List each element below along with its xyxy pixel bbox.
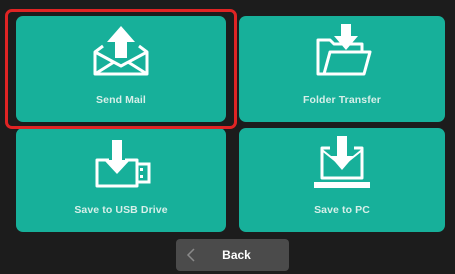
destination-menu-screen: Send Mail Folder Transfer Save to USB Dr… xyxy=(0,0,455,274)
send-mail-button[interactable]: Send Mail xyxy=(16,16,226,122)
save-to-usb-button[interactable]: Save to USB Drive xyxy=(16,128,226,232)
back-button[interactable]: Back xyxy=(176,239,289,271)
tile-label: Send Mail xyxy=(96,94,146,106)
folder-transfer-button[interactable]: Folder Transfer xyxy=(239,16,445,122)
folder-download-icon xyxy=(316,24,372,76)
tile-label: Save to PC xyxy=(314,204,370,216)
back-label: Back xyxy=(222,248,251,262)
laptop-download-icon xyxy=(314,136,370,188)
save-to-pc-button[interactable]: Save to PC xyxy=(239,128,445,232)
usb-drive-download-icon xyxy=(95,140,151,188)
tile-label: Save to USB Drive xyxy=(74,204,168,216)
tile-label: Folder Transfer xyxy=(303,94,381,106)
envelope-upload-icon xyxy=(93,26,149,76)
